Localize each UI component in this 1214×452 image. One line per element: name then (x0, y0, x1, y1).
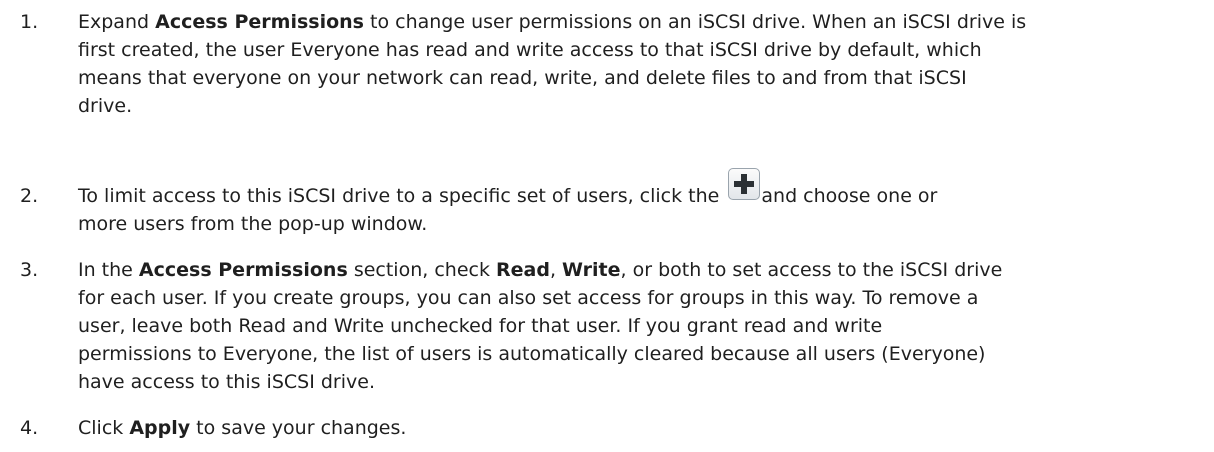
text-run: , or both to set access to the iSCSI dri… (620, 259, 1003, 281)
step-text: To limit access to this iSCSI drive to a… (78, 168, 1203, 238)
ui-term-read: Read (496, 259, 550, 281)
text-line: means that everyone on your network can … (78, 67, 967, 89)
step-number: 4. (20, 417, 39, 439)
text-run: To limit access to this iSCSI drive to a… (78, 185, 726, 207)
text-line: To limit access to this iSCSI drive to a… (78, 168, 1203, 210)
plus-icon (728, 168, 761, 200)
text-line: Expand Access Permissions to change user… (78, 8, 1203, 36)
step-text: In the Access Permissions section, check… (78, 256, 1203, 396)
text-run: In the (78, 259, 139, 281)
text-run: and choose one or (761, 185, 938, 207)
text-line: more users from the pop-up window. (78, 213, 428, 235)
text-run: to change user permissions on an iSCSI d… (363, 11, 1027, 33)
text-run: Expand (78, 11, 156, 33)
ui-term-access-permissions: Access Permissions (155, 11, 364, 33)
text-line: first created, the user Everyone has rea… (78, 39, 982, 61)
text-line: for each user. If you create groups, you… (78, 287, 979, 309)
step-number: 2. (20, 185, 39, 207)
text-run: section, check (347, 259, 496, 281)
ui-term-apply: Apply (129, 417, 191, 439)
text-line: user, leave both Read and Write unchecke… (78, 315, 883, 337)
text-line: Click Apply to save your changes. (78, 414, 1203, 442)
text-line: In the Access Permissions section, check… (78, 256, 1203, 284)
text-line: permissions to Everyone, the list of use… (78, 343, 986, 365)
text-line: drive. (78, 95, 133, 117)
step-text: Click Apply to save your changes. (78, 414, 1203, 442)
step-text: Expand Access Permissions to change user… (78, 8, 1203, 120)
text-run: Click (78, 417, 130, 439)
ui-term-access-permissions: Access Permissions (138, 259, 348, 281)
text-run: to save your changes. (190, 417, 407, 439)
text-run: , (549, 259, 563, 281)
ui-term-write: Write (562, 259, 621, 281)
step-number: 1. (20, 11, 39, 33)
text-line: have access to this iSCSI drive. (78, 371, 375, 393)
step-number: 3. (20, 259, 39, 281)
